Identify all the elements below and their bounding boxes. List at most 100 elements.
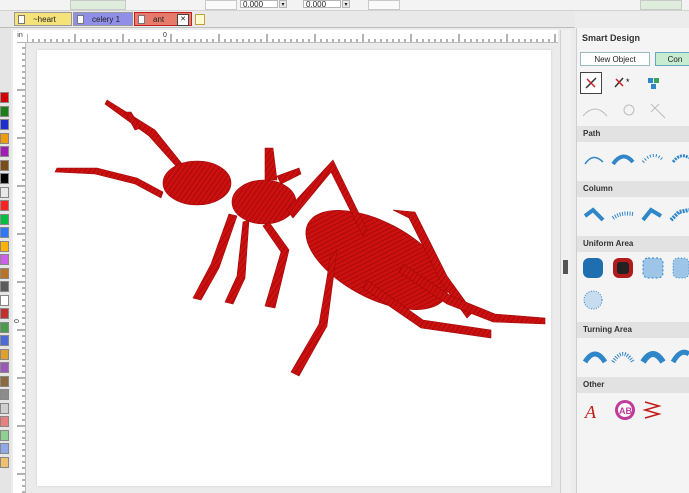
color-swatch[interactable] — [0, 105, 9, 117]
color-swatch[interactable] — [0, 200, 9, 211]
tab-ant[interactable]: ant ✕ — [134, 12, 192, 26]
color-swatch[interactable] — [0, 348, 9, 360]
column-motif-icon — [669, 208, 689, 222]
needle-icon — [585, 77, 597, 89]
color-swatch[interactable] — [0, 132, 9, 144]
color-swatch[interactable] — [0, 186, 9, 198]
vertical-ruler: 0 — [13, 42, 26, 493]
column-tools[interactable] — [581, 202, 689, 226]
section-path: Path — [577, 126, 689, 142]
document-icon — [138, 15, 145, 24]
color-swatch[interactable] — [0, 456, 9, 468]
section-turning-area: Turning Area — [577, 322, 689, 338]
color-swatch[interactable] — [0, 254, 9, 265]
smart-tool-plus-button[interactable]: * — [610, 72, 634, 94]
smart-design-panel: Smart Design New Object Con * Path Colum… — [576, 28, 689, 493]
color-swatch[interactable] — [0, 173, 9, 184]
toolbar-button[interactable] — [205, 0, 237, 10]
tab-label: ~heart — [33, 15, 56, 24]
color-swatch[interactable] — [0, 267, 9, 279]
tab-heart[interactable]: ~heart — [14, 12, 72, 26]
path-motif-icon — [641, 154, 665, 164]
panel-title: Smart Design — [582, 33, 641, 43]
palette-tool-button[interactable] — [647, 74, 661, 92]
design-page[interactable] — [37, 50, 551, 486]
lettering-icon: A — [584, 402, 597, 422]
section-column: Column — [577, 181, 689, 197]
path-satin-icon — [611, 154, 635, 166]
toolbar: 0.000 ▾ 0.000 ▾ — [0, 0, 689, 11]
color-swatch[interactable] — [0, 402, 9, 414]
x-position-field[interactable]: 0.000 — [240, 0, 278, 9]
ruler-zero-label: 0 — [14, 319, 21, 323]
uniform-motif-icon — [672, 257, 689, 279]
document-icon — [18, 15, 25, 24]
scroll-thumb[interactable] — [563, 260, 568, 274]
color-swatch[interactable] — [0, 294, 9, 306]
turning-fill-icon — [640, 351, 666, 364]
svg-text:AB: AB — [619, 406, 632, 416]
toolbar-button[interactable] — [640, 0, 682, 10]
document-icon — [77, 15, 84, 24]
close-tab-icon[interactable]: ✕ — [177, 14, 189, 26]
tab-label: celery 1 — [92, 15, 121, 24]
turning-motif-icon — [670, 349, 689, 364]
color-tool-icon — [648, 78, 659, 89]
other-tools[interactable]: A AB — [581, 398, 689, 424]
document-tabs: ~heart celery 1 ant ✕ — [0, 11, 575, 28]
uniform-area-tools[interactable] — [581, 256, 689, 316]
color-swatch[interactable] — [0, 159, 9, 171]
y-position-field[interactable]: 0.000 — [303, 0, 341, 9]
section-uniform-area: Uniform Area — [577, 236, 689, 252]
column-fancy-icon — [611, 211, 634, 220]
color-swatch[interactable] — [0, 308, 9, 319]
path-fancy-icon — [671, 154, 689, 163]
toolbar-button[interactable] — [70, 0, 126, 10]
y-spin-arrow-icon[interactable]: ▾ — [342, 0, 350, 8]
turning-satin-icon — [582, 351, 608, 364]
toolbar-button[interactable] — [368, 0, 400, 10]
color-swatch[interactable] — [0, 119, 9, 130]
color-swatch[interactable] — [0, 213, 9, 225]
color-swatch[interactable] — [0, 335, 9, 346]
new-tab-icon[interactable] — [195, 14, 205, 25]
column-satin-icon — [583, 207, 605, 222]
color-palette — [0, 28, 11, 493]
section-other: Other — [577, 377, 689, 393]
ruler-ticks: 0 — [14, 42, 25, 493]
color-swatch[interactable] — [0, 362, 9, 373]
color-swatch[interactable] — [0, 375, 9, 387]
path-running-icon — [584, 156, 604, 165]
color-swatch[interactable] — [0, 416, 9, 427]
color-swatch[interactable] — [0, 281, 9, 292]
curve-tools-icon — [582, 103, 666, 119]
color-swatch[interactable] — [0, 240, 9, 252]
ant-design[interactable] — [37, 50, 551, 486]
ruler-ticks: 0 — [27, 32, 556, 42]
color-swatch[interactable] — [0, 443, 9, 454]
turning-fancy-icon — [611, 352, 635, 364]
uniform-grid-icon — [642, 257, 664, 279]
svg-text:*: * — [626, 77, 630, 87]
color-swatch[interactable] — [0, 146, 9, 157]
smart-tool-button[interactable] — [580, 72, 602, 94]
x-spin-arrow-icon[interactable]: ▾ — [279, 0, 287, 8]
uniform-stipple-icon — [583, 290, 603, 310]
turning-area-tools[interactable] — [581, 344, 689, 368]
path-tools[interactable] — [581, 146, 689, 170]
zigzag-icon — [642, 401, 662, 419]
color-swatch[interactable] — [0, 92, 9, 103]
uniform-fill-icon — [583, 258, 603, 278]
color-swatch[interactable] — [0, 429, 9, 441]
needle-plus-icon: * — [614, 77, 630, 88]
color-swatch[interactable] — [0, 227, 9, 238]
new-object-button[interactable]: New Object — [580, 52, 650, 66]
vertical-scrollbar[interactable] — [560, 30, 571, 493]
disabled-tool-row — [581, 100, 689, 122]
tab-celery[interactable]: celery 1 — [73, 12, 133, 26]
color-swatch[interactable] — [0, 389, 9, 400]
convert-button[interactable]: Con — [655, 52, 689, 66]
color-swatch[interactable] — [0, 321, 9, 333]
ruler-zero-label: 0 — [163, 32, 167, 39]
ant-shape — [54, 99, 546, 377]
